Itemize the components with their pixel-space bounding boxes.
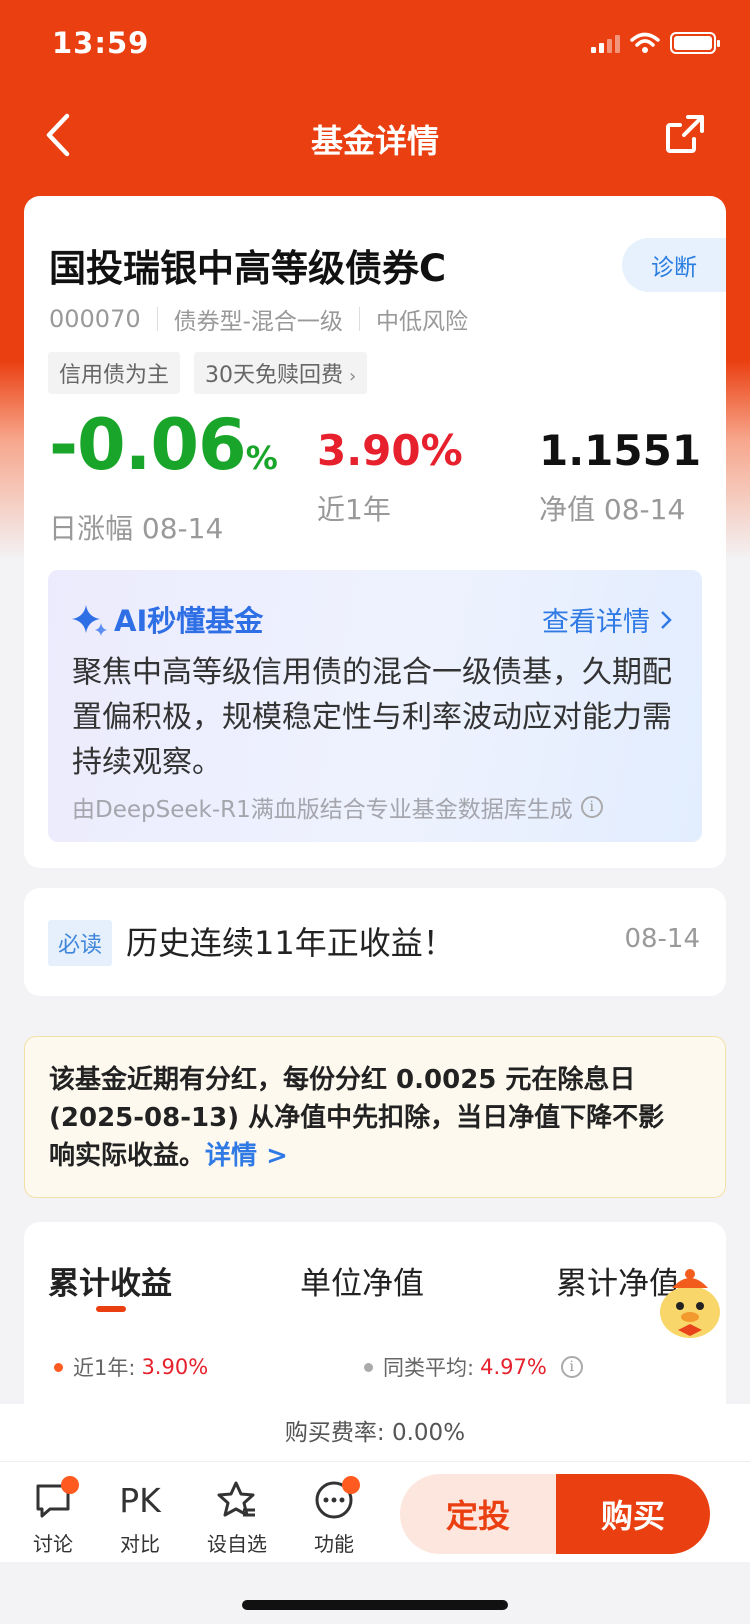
- metric-nav: 1.1551 净值 08-14: [539, 426, 701, 528]
- metric-one-year: 3.90% 近1年: [317, 426, 463, 528]
- diagnose-button[interactable]: 诊断: [622, 238, 726, 292]
- ai-detail-label: 查看详情: [542, 607, 650, 638]
- watchlist-label: 设自选: [207, 1532, 267, 1556]
- compare-button[interactable]: PK 对比: [100, 1478, 180, 1557]
- dividend-notice-text: 该基金近期有分红，每份分红 0.0025 元在除息日 (2025-08-13) …: [49, 1061, 689, 1175]
- bottom-action-bar: 讨论 PK 对比 设自选 功能 定投 购买: [0, 1462, 750, 1562]
- dividend-notice: 该基金近期有分红，每份分红 0.0025 元在除息日 (2025-08-13) …: [24, 1036, 726, 1198]
- performance-card: 累计收益 单位净值 累计净值 近1年: 3.90% 同类平均: 4.97% i: [24, 1222, 726, 1412]
- ai-summary-text: 聚焦中高等级信用债的混合一级债基，久期配置偏积极，规模稳定性与利率波动应对能力需…: [72, 655, 672, 780]
- sparkle-icon: [72, 605, 107, 636]
- nav-value: 1.1551: [539, 426, 702, 475]
- nav-label: 净值 08-14: [539, 493, 686, 526]
- active-tab-indicator: [96, 1306, 126, 1312]
- status-icons: [591, 32, 720, 54]
- tag-redemption-fee[interactable]: 30天免赎回费 ›: [194, 352, 368, 394]
- tag-credit-bond: 信用债为主: [48, 352, 181, 394]
- functions-button[interactable]: 功能: [294, 1476, 374, 1557]
- watchlist-icon-wrap: [197, 1478, 277, 1522]
- discuss-icon-wrap: [13, 1476, 93, 1522]
- home-indicator[interactable]: [242, 1600, 508, 1610]
- ai-footer-text: 由DeepSeek-R1满血版结合专业基金数据库生成: [72, 797, 573, 823]
- fund-name: 国投瑞银中高等级债券C: [49, 247, 447, 290]
- notification-badge: [61, 1476, 79, 1494]
- nav-bar: 基金详情: [0, 90, 750, 180]
- mascot-duck-icon[interactable]: [650, 1262, 730, 1342]
- fund-code: 000070: [49, 305, 141, 333]
- legend-one-year-value: 3.90%: [141, 1355, 209, 1379]
- ai-footer: 由DeepSeek-R1满血版结合专业基金数据库生成 i: [72, 790, 603, 824]
- wifi-icon: [630, 32, 660, 53]
- daily-change-unit: %: [245, 439, 278, 477]
- share-button[interactable]: [660, 108, 710, 160]
- fund-type: 债券型-混合一级: [173, 309, 343, 335]
- must-read-title: 历史连续11年正收益！: [126, 924, 455, 962]
- discuss-label: 讨论: [33, 1532, 73, 1556]
- share-icon: [666, 115, 704, 153]
- star-add-icon: [217, 1481, 255, 1517]
- status-time: 13:59: [52, 26, 150, 60]
- sip-button[interactable]: 定投: [400, 1474, 556, 1554]
- signal-icon: [591, 33, 620, 53]
- dividend-detail-link[interactable]: 详情 >: [205, 1141, 288, 1171]
- tag-redemption-fee-label: 30天免赎回费: [205, 363, 344, 388]
- legend-dot: [364, 1362, 373, 1372]
- discuss-button[interactable]: 讨论: [13, 1476, 93, 1557]
- one-year-value: 3.90%: [317, 426, 463, 475]
- page-title: 基金详情: [310, 122, 439, 160]
- divider: [156, 307, 158, 331]
- legend-dot: [54, 1362, 63, 1372]
- must-read-date: 08-14: [624, 924, 700, 954]
- functions-label: 功能: [314, 1532, 354, 1556]
- fund-tags: 信用债为主 30天免赎回费 ›: [48, 352, 368, 394]
- must-read-card[interactable]: 必读 历史连续11年正收益！ 08-14: [24, 888, 726, 996]
- ai-detail-link[interactable]: 查看详情: [542, 600, 672, 639]
- ai-summary-box: AI秒懂基金 查看详情 聚焦中高等级信用债的混合一级债基，久期配置偏积极，规模稳…: [48, 570, 702, 842]
- tab-unit-nav[interactable]: 单位净值: [300, 1258, 424, 1303]
- metric-daily-change: -0.06% 日涨幅 08-14: [49, 408, 278, 547]
- dividend-notice-body: 该基金近期有分红，每份分红 0.0025 元在除息日 (2025-08-13) …: [49, 1065, 665, 1171]
- add-watchlist-button[interactable]: 设自选: [197, 1478, 277, 1557]
- ai-title: AI秒懂基金: [72, 598, 263, 640]
- info-icon[interactable]: i: [580, 796, 603, 818]
- legend-one-year: 近1年: 3.90%: [54, 1352, 208, 1382]
- home-indicator-area: [0, 1562, 750, 1624]
- divider: [358, 307, 360, 331]
- pk-icon: PK: [100, 1478, 180, 1522]
- ai-title-text: AI秒懂基金: [114, 604, 264, 638]
- ai-summary-card: AI秒懂基金 查看详情 聚焦中高等级信用债的混合一级债基，久期配置偏积极，规模稳…: [24, 566, 726, 868]
- legend-category-average: 同类平均: 4.97% i: [364, 1352, 583, 1382]
- one-year-label: 近1年: [317, 493, 391, 526]
- battery-icon: [670, 32, 720, 54]
- status-bar: 13:59: [0, 0, 750, 90]
- tab-cumulative-return[interactable]: 累计收益: [48, 1258, 172, 1303]
- functions-icon-wrap: [294, 1476, 374, 1522]
- compare-label: 对比: [120, 1532, 160, 1556]
- legend-average-label: 同类平均:: [383, 1356, 475, 1380]
- purchase-fee: 购买费率: 0.00%: [0, 1404, 750, 1462]
- fund-meta: 000070 债券型-混合一级 中低风险: [49, 302, 468, 336]
- chevron-right-icon: ›: [349, 366, 357, 387]
- legend-average-value: 4.97%: [480, 1355, 547, 1379]
- info-icon[interactable]: i: [560, 1356, 583, 1378]
- legend-one-year-label: 近1年:: [73, 1356, 136, 1380]
- daily-change-label: 日涨幅 08-14: [49, 512, 224, 545]
- fund-risk: 中低风险: [375, 309, 468, 335]
- daily-change-number: -0.06: [49, 404, 247, 486]
- fund-summary-card: 国投瑞银中高等级债券C 诊断 000070 债券型-混合一级 中低风险 信用债为…: [24, 196, 726, 566]
- chevron-right-icon: [661, 610, 672, 629]
- must-read-tag: 必读: [48, 920, 113, 966]
- buy-button[interactable]: 购买: [556, 1474, 710, 1554]
- daily-change-value: -0.06%: [49, 408, 278, 495]
- notification-badge: [342, 1476, 360, 1494]
- pk-text: PK: [119, 1480, 161, 1520]
